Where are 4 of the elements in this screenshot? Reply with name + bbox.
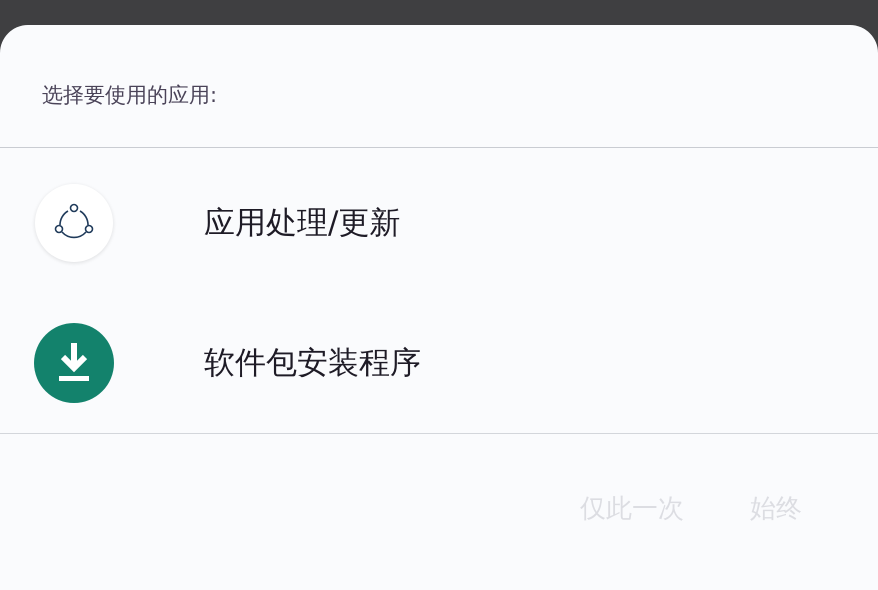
app-option[interactable]: 软件包安装程序 <box>0 293 878 433</box>
dialog-title: 选择要使用的应用: <box>42 82 218 110</box>
download-icon <box>34 323 114 403</box>
app-option[interactable]: 应用处理/更新 <box>0 153 878 293</box>
